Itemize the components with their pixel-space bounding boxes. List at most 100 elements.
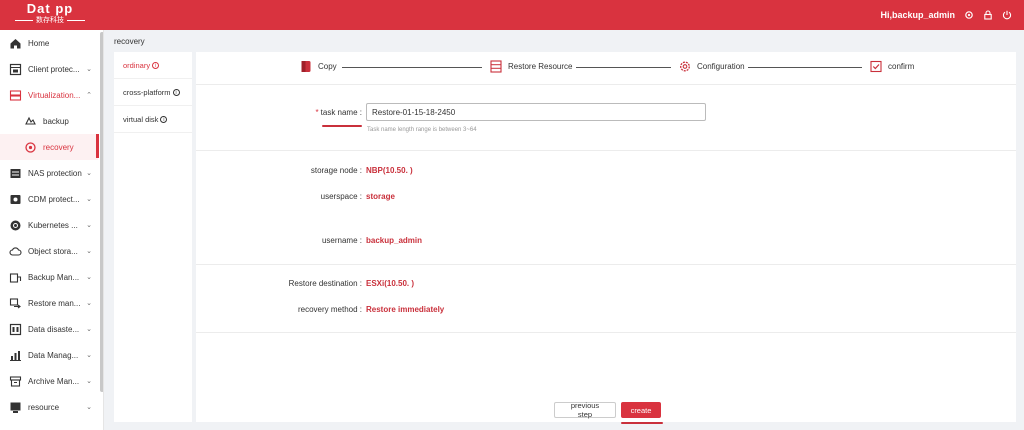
chevron-down-icon: ⌄ bbox=[86, 248, 92, 255]
info-icon: i bbox=[160, 115, 168, 123]
sidebar-item-client-protection[interactable]: Client protec... ⌄ bbox=[0, 56, 98, 82]
sidebar-item-archive-management[interactable]: Archive Man... ⌄ bbox=[0, 368, 98, 394]
task-name-input[interactable] bbox=[366, 103, 706, 121]
sidebar: Home Client protec... ⌄ Virtualization..… bbox=[0, 30, 104, 430]
logout-icon[interactable] bbox=[1002, 10, 1012, 20]
lock-icon[interactable] bbox=[983, 10, 993, 20]
info-icon: i bbox=[152, 61, 160, 69]
recovery-method-row: recovery method : Restore immediately bbox=[196, 305, 444, 314]
sidebar-item-cdm-protection[interactable]: CDM protect... ⌄ bbox=[0, 186, 98, 212]
server-icon bbox=[490, 60, 502, 73]
wizard-actions: previous step create bbox=[554, 401, 661, 419]
restore-destination-row: Restore destination : ESXi(10.50. ) bbox=[196, 279, 414, 288]
user-greeting[interactable]: Hi,backup_admin bbox=[880, 10, 955, 20]
logo-text: Dat pp bbox=[26, 1, 74, 16]
chevron-down-icon: ⌄ bbox=[86, 300, 92, 307]
chevron-down-icon: ⌄ bbox=[86, 404, 92, 411]
sidebar-scrollbar[interactable] bbox=[100, 32, 103, 392]
disaster-icon bbox=[9, 323, 22, 335]
sidebar-item-backup[interactable]: backup bbox=[0, 108, 98, 134]
restore-destination-label: Restore destination : bbox=[288, 279, 362, 288]
sidebar-item-restore-management[interactable]: Restore man... ⌄ bbox=[0, 290, 98, 316]
restore-destination-value: ESXi(10.50. ) bbox=[366, 279, 415, 288]
cloud-icon bbox=[9, 246, 22, 256]
resource-icon bbox=[10, 402, 21, 413]
userspace-label: userspace : bbox=[320, 192, 362, 201]
breadcrumb: recovery bbox=[114, 37, 145, 46]
chevron-down-icon: ⌄ bbox=[86, 352, 92, 359]
backup-manage-icon bbox=[9, 272, 22, 283]
sidebar-item-resource[interactable]: resource ⌄ bbox=[0, 394, 98, 420]
username-label: username : bbox=[321, 236, 362, 245]
task-name-row: * task name : bbox=[196, 103, 706, 121]
chevron-down-icon: ⌄ bbox=[86, 196, 92, 203]
archive-icon bbox=[9, 375, 22, 387]
section-divider bbox=[196, 332, 1016, 333]
client-icon bbox=[9, 63, 22, 75]
restore-manage-icon bbox=[9, 297, 21, 308]
step-configuration: Configuration bbox=[679, 60, 745, 73]
home-icon bbox=[10, 38, 21, 48]
task-name-label: task name : bbox=[320, 107, 362, 117]
chevron-down-icon: ⌄ bbox=[86, 274, 92, 281]
top-bar: Dat pp 数存科技 Hi,backup_admin bbox=[0, 0, 1024, 30]
step-connector bbox=[576, 67, 671, 68]
userspace-row: userspace : storage bbox=[196, 192, 395, 201]
create-button[interactable]: create bbox=[621, 402, 661, 418]
chevron-down-icon: ⌄ bbox=[86, 222, 92, 229]
annotation-underline bbox=[322, 125, 362, 127]
sidebar-item-object-storage[interactable]: Object stora... ⌄ bbox=[0, 238, 98, 264]
userspace-value: storage bbox=[366, 192, 395, 201]
step-restore-resource: Restore Resource bbox=[490, 60, 572, 73]
chevron-down-icon: ⌄ bbox=[86, 326, 92, 333]
step-copy: Copy bbox=[300, 60, 337, 73]
annotation-underline bbox=[621, 422, 663, 424]
backup-icon bbox=[25, 116, 36, 125]
cdm-icon bbox=[10, 194, 21, 204]
recovery-icon bbox=[25, 141, 36, 153]
nas-icon bbox=[10, 168, 21, 178]
sidebar-item-home[interactable]: Home bbox=[0, 30, 98, 56]
sidebar-active-indicator bbox=[96, 134, 99, 158]
recovery-method-value: Restore immediately bbox=[366, 305, 445, 314]
section-divider bbox=[196, 264, 1016, 265]
sidebar-item-recovery[interactable]: recovery bbox=[0, 134, 98, 160]
tab-cross-platform[interactable]: cross-platform i bbox=[114, 79, 192, 106]
copy-icon bbox=[301, 61, 311, 72]
check-box-icon bbox=[870, 60, 882, 73]
username-row: username : backup_admin bbox=[196, 236, 422, 245]
virtualization-icon bbox=[9, 89, 22, 101]
chevron-down-icon: ⌄ bbox=[86, 170, 92, 177]
storage-node-label: storage node : bbox=[310, 166, 362, 175]
task-name-hint: Task name length range is between 3~64 bbox=[367, 127, 477, 133]
sidebar-item-backup-management[interactable]: Backup Man... ⌄ bbox=[0, 264, 98, 290]
info-icon: i bbox=[172, 88, 180, 96]
sidebar-item-nas-protection[interactable]: NAS protection ⌄ bbox=[0, 160, 98, 186]
step-confirm: confirm bbox=[870, 60, 914, 73]
data-manage-icon bbox=[10, 350, 21, 361]
gear-icon bbox=[680, 61, 690, 72]
logo: Dat pp 数存科技 bbox=[4, 2, 96, 28]
logo-subtext: 数存科技 bbox=[36, 17, 64, 24]
step-connector bbox=[748, 67, 862, 68]
gear-icon[interactable] bbox=[964, 10, 974, 20]
recovery-method-label: recovery method : bbox=[297, 305, 362, 314]
step-connector bbox=[342, 67, 482, 68]
user-area: Hi,backup_admin bbox=[880, 0, 1012, 30]
storage-node-value: NBP(10.50. ) bbox=[366, 166, 413, 175]
sidebar-item-virtualization[interactable]: Virtualization... ⌃ bbox=[0, 82, 98, 108]
sidebar-item-data-disaster[interactable]: Data disaste... ⌄ bbox=[0, 316, 98, 342]
previous-step-button[interactable]: previous step bbox=[554, 401, 616, 419]
recovery-type-tabs: ordinary i cross-platform i virtual disk i bbox=[114, 52, 192, 422]
chevron-down-icon: ⌄ bbox=[86, 378, 92, 385]
wizard-steps: Copy Restore Resource Configuration conf… bbox=[196, 52, 1016, 84]
chevron-up-icon: ⌃ bbox=[86, 92, 92, 99]
storage-node-row: storage node : NBP(10.50. ) bbox=[196, 166, 413, 175]
username-value: backup_admin bbox=[366, 236, 423, 245]
sidebar-item-data-management[interactable]: Data Manag... ⌄ bbox=[0, 342, 98, 368]
tab-virtual-disk[interactable]: virtual disk i bbox=[114, 106, 192, 133]
kubernetes-icon bbox=[10, 220, 21, 230]
sidebar-item-kubernetes[interactable]: Kubernetes ... ⌄ bbox=[0, 212, 98, 238]
tab-ordinary[interactable]: ordinary i bbox=[114, 52, 192, 79]
chevron-down-icon: ⌄ bbox=[86, 66, 92, 73]
